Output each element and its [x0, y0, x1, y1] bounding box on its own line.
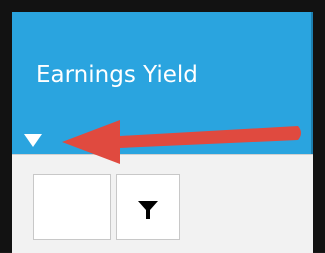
filter-row	[12, 154, 313, 253]
column-header-earnings-yield[interactable]: Earnings Yield	[12, 12, 313, 154]
filter-button[interactable]	[116, 174, 180, 240]
column-header-title: Earnings Yield	[36, 62, 198, 88]
column-filter-input[interactable]	[33, 174, 111, 240]
sort-dropdown-icon[interactable]	[24, 134, 42, 147]
funnel-filter-icon	[138, 201, 158, 219]
